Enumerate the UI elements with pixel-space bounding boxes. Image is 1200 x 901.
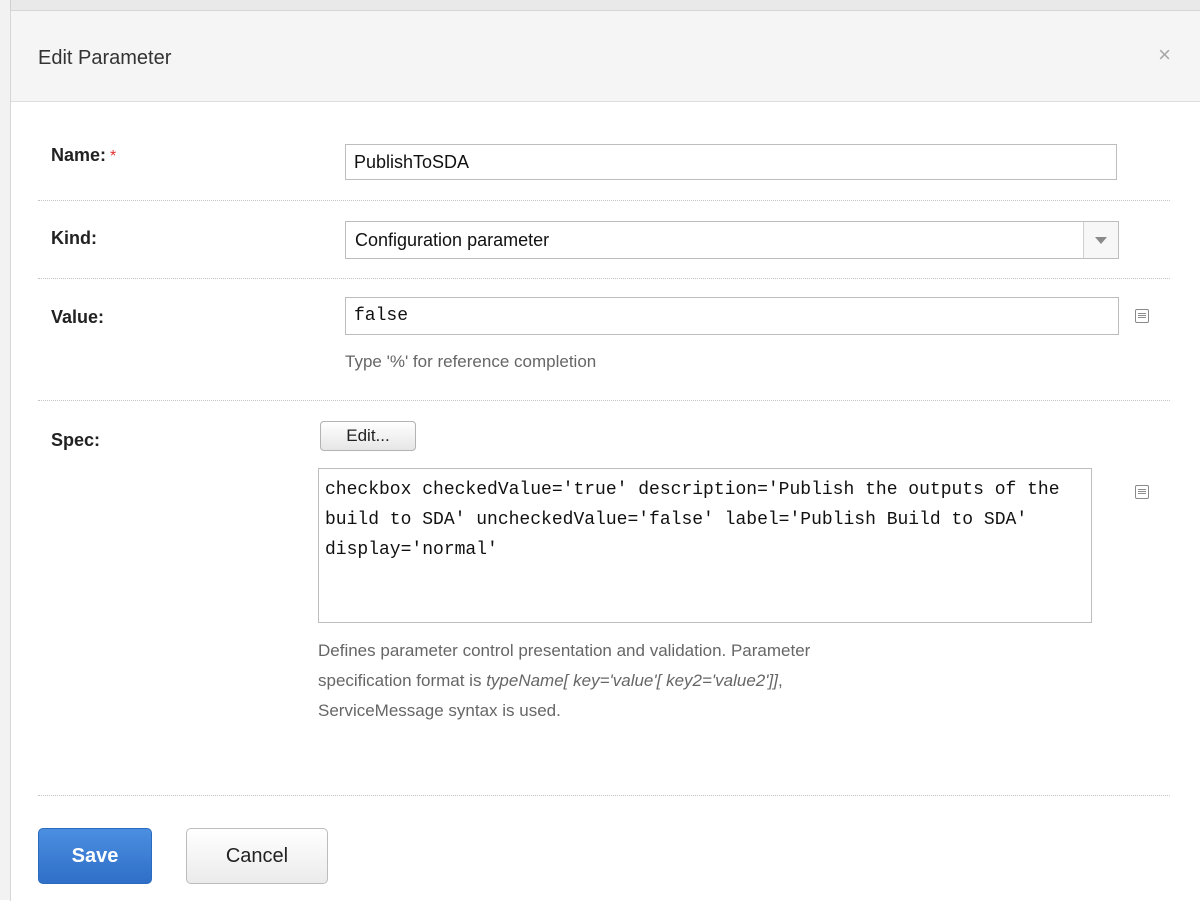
spec-hint-prefix: specification format is: [318, 671, 487, 690]
close-icon[interactable]: ×: [1158, 44, 1171, 66]
value-input[interactable]: [345, 297, 1119, 335]
value-hint: Type '%' for reference completion: [345, 352, 597, 371]
name-input[interactable]: [345, 144, 1117, 180]
name-label-text: Name:: [51, 145, 107, 165]
list-icon[interactable]: [1135, 485, 1149, 499]
backdrop: [0, 0, 1200, 10]
name-row: Name: *: [38, 101, 1170, 201]
name-label: Name: *: [51, 145, 116, 166]
value-label: Value:: [51, 307, 105, 327]
spec-hint: Defines parameter control presentation a…: [318, 636, 1098, 726]
spec-edit-button[interactable]: Edit...: [320, 421, 416, 451]
spec-textarea[interactable]: checkbox checkedValue='true' description…: [318, 468, 1092, 623]
required-marker: *: [110, 148, 117, 165]
save-button[interactable]: Save: [38, 828, 152, 884]
dialog-title: Edit Parameter: [38, 47, 172, 69]
kind-selected-value: Configuration parameter: [355, 230, 550, 250]
spec-hint-line-3: ServiceMessage syntax is used.: [318, 701, 561, 720]
kind-label: Kind:: [51, 228, 97, 248]
spec-hint-line-2: specification format is typeName[ key='v…: [318, 666, 1098, 696]
spec-hint-line-1: Defines parameter control presentation a…: [318, 641, 811, 660]
list-icon[interactable]: [1135, 309, 1149, 323]
spec-format-example: typeName[ key='value'[ key2='value2']]: [486, 671, 778, 690]
cancel-button[interactable]: Cancel: [186, 828, 328, 884]
value-row: Value: Type '%' for reference completion: [38, 278, 1170, 401]
dialog-header: Edit Parameter ×: [11, 11, 1200, 102]
kind-select[interactable]: Configuration parameter: [345, 221, 1119, 259]
edit-parameter-dialog: Edit Parameter × Name:* Kind: Configurat…: [10, 10, 1200, 901]
spec-label: Spec:: [51, 430, 101, 450]
kind-row: Kind: Configuration parameter: [38, 200, 1170, 279]
spec-hint-suffix: ,: [777, 671, 783, 690]
chevron-down-icon[interactable]: [1083, 222, 1118, 258]
